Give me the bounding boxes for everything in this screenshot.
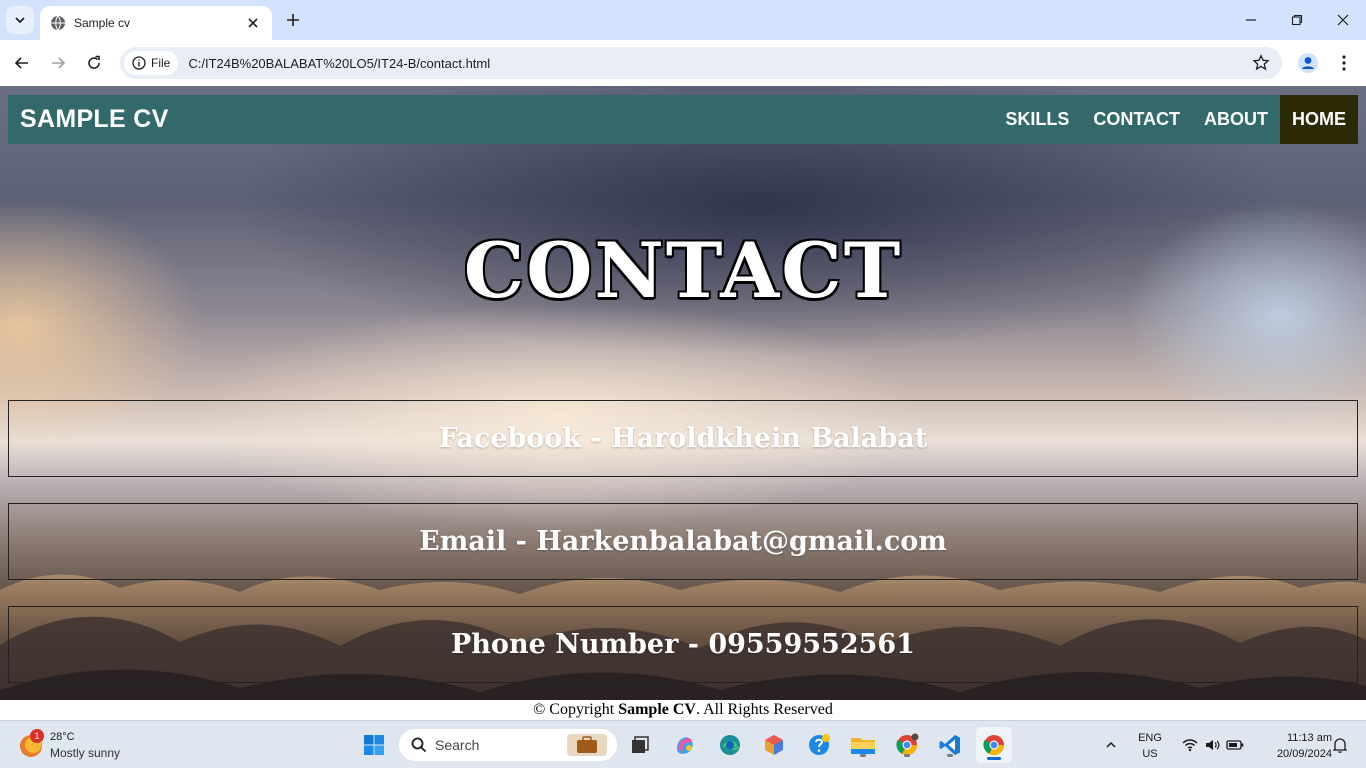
volume-icon bbox=[1206, 740, 1220, 750]
notifications-button[interactable] bbox=[1330, 721, 1350, 768]
reload-icon bbox=[88, 55, 100, 69]
briefcase-icon bbox=[567, 734, 607, 756]
language-code: ENG bbox=[1138, 732, 1162, 744]
help-app[interactable] bbox=[804, 730, 834, 760]
language-indicator[interactable]: ENG US bbox=[1136, 730, 1164, 762]
close-tab-icon[interactable] bbox=[244, 14, 262, 32]
running-indicator bbox=[947, 754, 953, 757]
minimize-icon bbox=[1246, 19, 1256, 21]
nav-link-skills[interactable]: SKILLS bbox=[993, 95, 1081, 144]
edge-icon bbox=[720, 735, 740, 755]
copilot-icon bbox=[677, 737, 693, 754]
running-indicator bbox=[904, 754, 910, 757]
footer-prefix: © Copyright bbox=[533, 701, 619, 718]
browser-tabstrip: Sample cv bbox=[0, 0, 1366, 40]
site-navbar: SAMPLE CV SKILLS CONTACT ABOUT HOME bbox=[8, 95, 1358, 144]
more-vertical-icon bbox=[1342, 55, 1346, 71]
active-indicator bbox=[987, 757, 1001, 760]
task-view-button[interactable] bbox=[625, 730, 655, 760]
clock[interactable]: 11:13 am 20/09/2024 bbox=[1256, 730, 1332, 762]
notification-badge: 1 bbox=[30, 729, 44, 743]
show-hidden-icons-button[interactable] bbox=[1100, 721, 1122, 768]
bell-icon bbox=[1333, 738, 1347, 753]
chevron-down-icon bbox=[15, 17, 25, 24]
globe-icon bbox=[51, 15, 65, 31]
info-icon bbox=[132, 56, 146, 70]
page-title: CONTACT bbox=[463, 226, 903, 315]
search-label: Search bbox=[435, 737, 480, 753]
contact-phone-text: Phone Number - 09559552561 bbox=[451, 629, 915, 660]
tab-search-button[interactable] bbox=[6, 6, 34, 34]
taskbar-search[interactable]: Search bbox=[399, 729, 617, 761]
page-footer: © Copyright Sample CV. All Rights Reserv… bbox=[0, 700, 1366, 720]
taskbar: 1 28°C Mostly sunny Search ENG US 11:13 … bbox=[0, 720, 1366, 768]
vscode-app[interactable] bbox=[935, 730, 965, 760]
chrome-profile-app[interactable] bbox=[892, 730, 922, 760]
start-button[interactable] bbox=[359, 730, 389, 760]
copilot-app[interactable] bbox=[670, 730, 700, 760]
weather-widget[interactable]: 1 28°C Mostly sunny bbox=[18, 727, 148, 763]
contact-email-text: Email - Harkenbalabat@gmail.com bbox=[419, 526, 947, 557]
file-explorer-app[interactable] bbox=[848, 730, 878, 760]
minimize-button[interactable] bbox=[1228, 0, 1274, 40]
chrome-app-active[interactable] bbox=[976, 727, 1012, 763]
browser-toolbar: File C:/IT24B%20BALABAT%20LO5/IT24-B/con… bbox=[0, 40, 1366, 86]
contact-facebook-text: Facebook - Haroldkhein Balabat bbox=[438, 423, 928, 454]
battery-icon bbox=[1226, 740, 1244, 750]
windows-logo-icon bbox=[364, 735, 384, 755]
edge-browser-app[interactable] bbox=[715, 730, 745, 760]
browser-menu-button[interactable] bbox=[1332, 49, 1356, 77]
profile-button[interactable] bbox=[1294, 49, 1322, 77]
cube-app[interactable] bbox=[759, 730, 789, 760]
nav-link-home[interactable]: HOME bbox=[1280, 95, 1358, 144]
back-button[interactable] bbox=[8, 49, 36, 77]
site-chip-label: File bbox=[151, 56, 171, 70]
chrome-icon bbox=[983, 735, 1005, 756]
close-window-button[interactable] bbox=[1320, 0, 1366, 40]
nav-link-contact[interactable]: CONTACT bbox=[1081, 95, 1192, 144]
contact-item-phone: Phone Number - 09559552561 bbox=[8, 606, 1358, 683]
chevron-up-icon bbox=[1106, 741, 1116, 748]
cube-icon bbox=[765, 735, 783, 755]
region-code: US bbox=[1142, 748, 1158, 760]
bookmark-star-icon[interactable] bbox=[1252, 54, 1270, 72]
site-brand[interactable]: SAMPLE CV bbox=[20, 105, 169, 134]
restore-button[interactable] bbox=[1274, 0, 1320, 40]
clock-date: 20/09/2024 bbox=[1276, 748, 1332, 760]
restore-icon bbox=[1291, 14, 1303, 26]
contact-item-email: Email - Harkenbalabat@gmail.com bbox=[8, 503, 1358, 580]
wifi-icon bbox=[1182, 739, 1198, 752]
system-tray-status[interactable] bbox=[1178, 721, 1248, 768]
arrow-right-icon bbox=[52, 57, 66, 69]
new-tab-button[interactable] bbox=[282, 8, 304, 32]
search-icon bbox=[411, 737, 427, 753]
weather-temperature: 28°C bbox=[50, 731, 75, 743]
close-icon bbox=[1337, 14, 1349, 26]
arrow-left-icon bbox=[14, 57, 28, 69]
task-view-icon bbox=[632, 736, 649, 753]
plus-icon bbox=[287, 14, 299, 26]
footer-brand: Sample CV bbox=[618, 701, 696, 718]
page-viewport: SAMPLE CV SKILLS CONTACT ABOUT HOME CONT… bbox=[0, 86, 1366, 720]
site-info-chip[interactable]: File bbox=[124, 51, 179, 75]
tab-title: Sample cv bbox=[74, 16, 131, 30]
clock-time: 11:13 am bbox=[1286, 732, 1332, 744]
folder-icon bbox=[851, 738, 875, 754]
running-indicator bbox=[860, 754, 866, 757]
weather-description: Mostly sunny bbox=[50, 746, 121, 760]
address-bar[interactable]: File C:/IT24B%20BALABAT%20LO5/IT24-B/con… bbox=[120, 47, 1282, 79]
reload-button[interactable] bbox=[80, 49, 108, 77]
profile-avatar-icon bbox=[1298, 53, 1318, 73]
contact-item-facebook: Facebook - Haroldkhein Balabat bbox=[8, 400, 1358, 477]
footer-suffix: . All Rights Reserved bbox=[695, 701, 833, 718]
forward-button[interactable] bbox=[44, 49, 72, 77]
browser-tab[interactable]: Sample cv bbox=[40, 6, 272, 40]
nav-links: SKILLS CONTACT ABOUT HOME bbox=[993, 95, 1358, 144]
help-icon bbox=[809, 734, 830, 755]
nav-link-about[interactable]: ABOUT bbox=[1192, 95, 1280, 144]
url-text[interactable]: C:/IT24B%20BALABAT%20LO5/IT24-B/contact.… bbox=[188, 56, 490, 71]
